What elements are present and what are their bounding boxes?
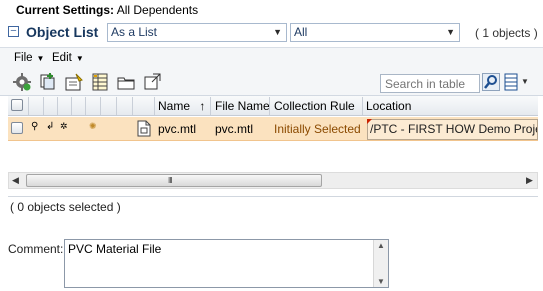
scroll-left-icon[interactable]: ◀ (12, 174, 19, 187)
object-count: ( 1 objects ) (475, 26, 538, 40)
collapse-icon[interactable]: − (8, 26, 19, 37)
row-location[interactable]: /PTC - FIRST HOW Demo Project/C (367, 119, 538, 140)
row-collection-rule: Initially Selected (274, 122, 361, 136)
table-view-icon[interactable] (90, 72, 110, 92)
menu-file[interactable]: File ▼ (14, 50, 44, 67)
checked-out-icon: ↲ (46, 121, 55, 132)
menu-edit-label: Edit (52, 52, 72, 64)
scroll-right-icon[interactable]: ▶ (526, 174, 533, 187)
column-header-name[interactable]: Name ↑ (158, 96, 205, 116)
add-object-icon[interactable] (38, 72, 58, 92)
settings-gear-icon[interactable] (12, 72, 32, 92)
scroll-down-icon[interactable]: ▼ (377, 277, 385, 286)
view-select[interactable]: As a List ▼ (107, 23, 287, 42)
select-all-checkbox[interactable] (11, 99, 23, 111)
table-header (8, 96, 538, 116)
comment-label: Comment: (8, 242, 64, 256)
folder-icon[interactable] (116, 72, 136, 92)
column-divider (116, 97, 117, 115)
column-divider (362, 97, 363, 115)
scrollbar-grip: III (168, 176, 173, 185)
dropdown-arrow-icon: ▼ (446, 27, 455, 37)
filter-select[interactable]: All ▼ (290, 23, 460, 42)
current-settings-label: Current Settings: (16, 3, 115, 17)
vertical-scrollbar[interactable]: ▲ ▼ (373, 240, 388, 287)
menu-edit[interactable]: Edit ▼ (52, 50, 84, 67)
sort-ascending-icon: ↑ (199, 99, 206, 113)
column-chooser-icon[interactable] (504, 73, 518, 91)
current-settings: Current Settings: All Dependents (16, 2, 198, 18)
new-window-icon[interactable] (142, 72, 162, 92)
comment-textarea[interactable]: PVC Material File (64, 239, 389, 288)
scroll-up-icon[interactable]: ▲ (377, 241, 385, 250)
column-divider (154, 97, 155, 115)
column-header-location[interactable]: Location (366, 96, 411, 116)
column-divider (100, 97, 101, 115)
caret-down-icon: ▼ (75, 54, 84, 63)
column-divider (43, 97, 44, 115)
column-divider (85, 97, 86, 115)
edit-properties-icon[interactable] (64, 72, 84, 92)
cad-document-icon (137, 120, 151, 137)
object-list-title: Object List (26, 24, 99, 40)
search-icon[interactable] (482, 73, 500, 91)
view-select-value: As a List (111, 25, 158, 39)
caret-down-icon: ▼ (36, 54, 45, 63)
column-header-file-name[interactable]: File Name (215, 96, 270, 116)
column-divider (57, 97, 58, 115)
column-divider (132, 97, 133, 115)
column-divider (28, 97, 29, 115)
selection-status: ( 0 objects selected ) (8, 196, 538, 218)
column-header-name-label: Name (158, 99, 191, 113)
column-divider (71, 97, 72, 115)
scrollbar-thumb[interactable] (26, 174, 322, 187)
column-divider (269, 97, 270, 115)
row-name[interactable]: pvc.mtl (158, 121, 196, 137)
caret-down-icon[interactable]: ▼ (521, 77, 529, 86)
lifecycle-icon: ✲ (60, 121, 68, 131)
column-divider (210, 97, 211, 115)
info-icon: ✺ (89, 121, 97, 131)
filter-select-value: All (294, 25, 308, 39)
search-input[interactable] (380, 74, 480, 93)
dropdown-arrow-icon: ▼ (273, 27, 282, 37)
menu-file-label: File (14, 52, 33, 64)
current-settings-value: All Dependents (116, 3, 199, 17)
row-file-name: pvc.mtl (215, 122, 254, 136)
column-header-collection-rule[interactable]: Collection Rule (274, 96, 355, 116)
edited-marker (367, 119, 372, 124)
row-checkbox[interactable] (11, 122, 23, 134)
status-icon: ⚲ (31, 121, 39, 132)
